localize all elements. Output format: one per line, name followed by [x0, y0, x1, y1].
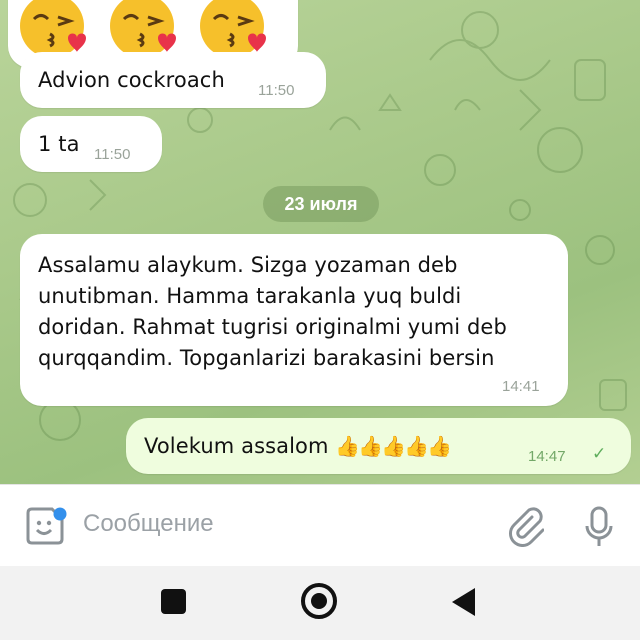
microphone-icon[interactable] [584, 505, 614, 549]
message-text: Volekum assalom 👍👍👍👍👍 [144, 431, 452, 462]
message-time: 14:41 [502, 378, 540, 395]
attach-paperclip-icon[interactable] [508, 507, 544, 547]
sticker-emoji-button-icon[interactable] [24, 505, 68, 549]
message-time: 11:50 [94, 146, 131, 163]
incoming-message-bubble[interactable]: 1 ta 11:50 [20, 116, 162, 172]
message-text-body: Volekum assalom [144, 434, 329, 458]
message-input-bar: Сообщение [0, 484, 640, 566]
back-icon[interactable] [452, 588, 475, 616]
system-navigation-bar [0, 566, 640, 640]
incoming-message-bubble[interactable]: Assalamu alaykum. Sizga yozaman deb unut… [20, 234, 568, 406]
home-icon[interactable] [301, 583, 337, 619]
message-time: 14:47 [528, 448, 566, 465]
recent-apps-icon[interactable] [161, 589, 186, 614]
date-separator: 23 июля [263, 186, 379, 222]
message-text: 1 ta [38, 132, 80, 156]
message-text: Advion cockroach [38, 68, 225, 92]
sent-check-icon: ✓ [592, 444, 607, 464]
message-input[interactable]: Сообщение [83, 510, 214, 538]
outgoing-message-bubble[interactable]: Volekum assalom 👍👍👍👍👍 14:47 ✓ [126, 418, 631, 474]
incoming-message-bubble[interactable]: Advion cockroach 11:50 [20, 52, 326, 108]
chat-area[interactable]: Advion cockroach 11:50 1 ta 11:50 23 июл… [0, 0, 640, 484]
thumbs-up-emoji-icon: 👍👍👍👍👍 [335, 434, 452, 458]
message-time: 11:50 [258, 82, 295, 99]
message-text: Assalamu alaykum. Sizga yozaman deb unut… [38, 253, 507, 370]
